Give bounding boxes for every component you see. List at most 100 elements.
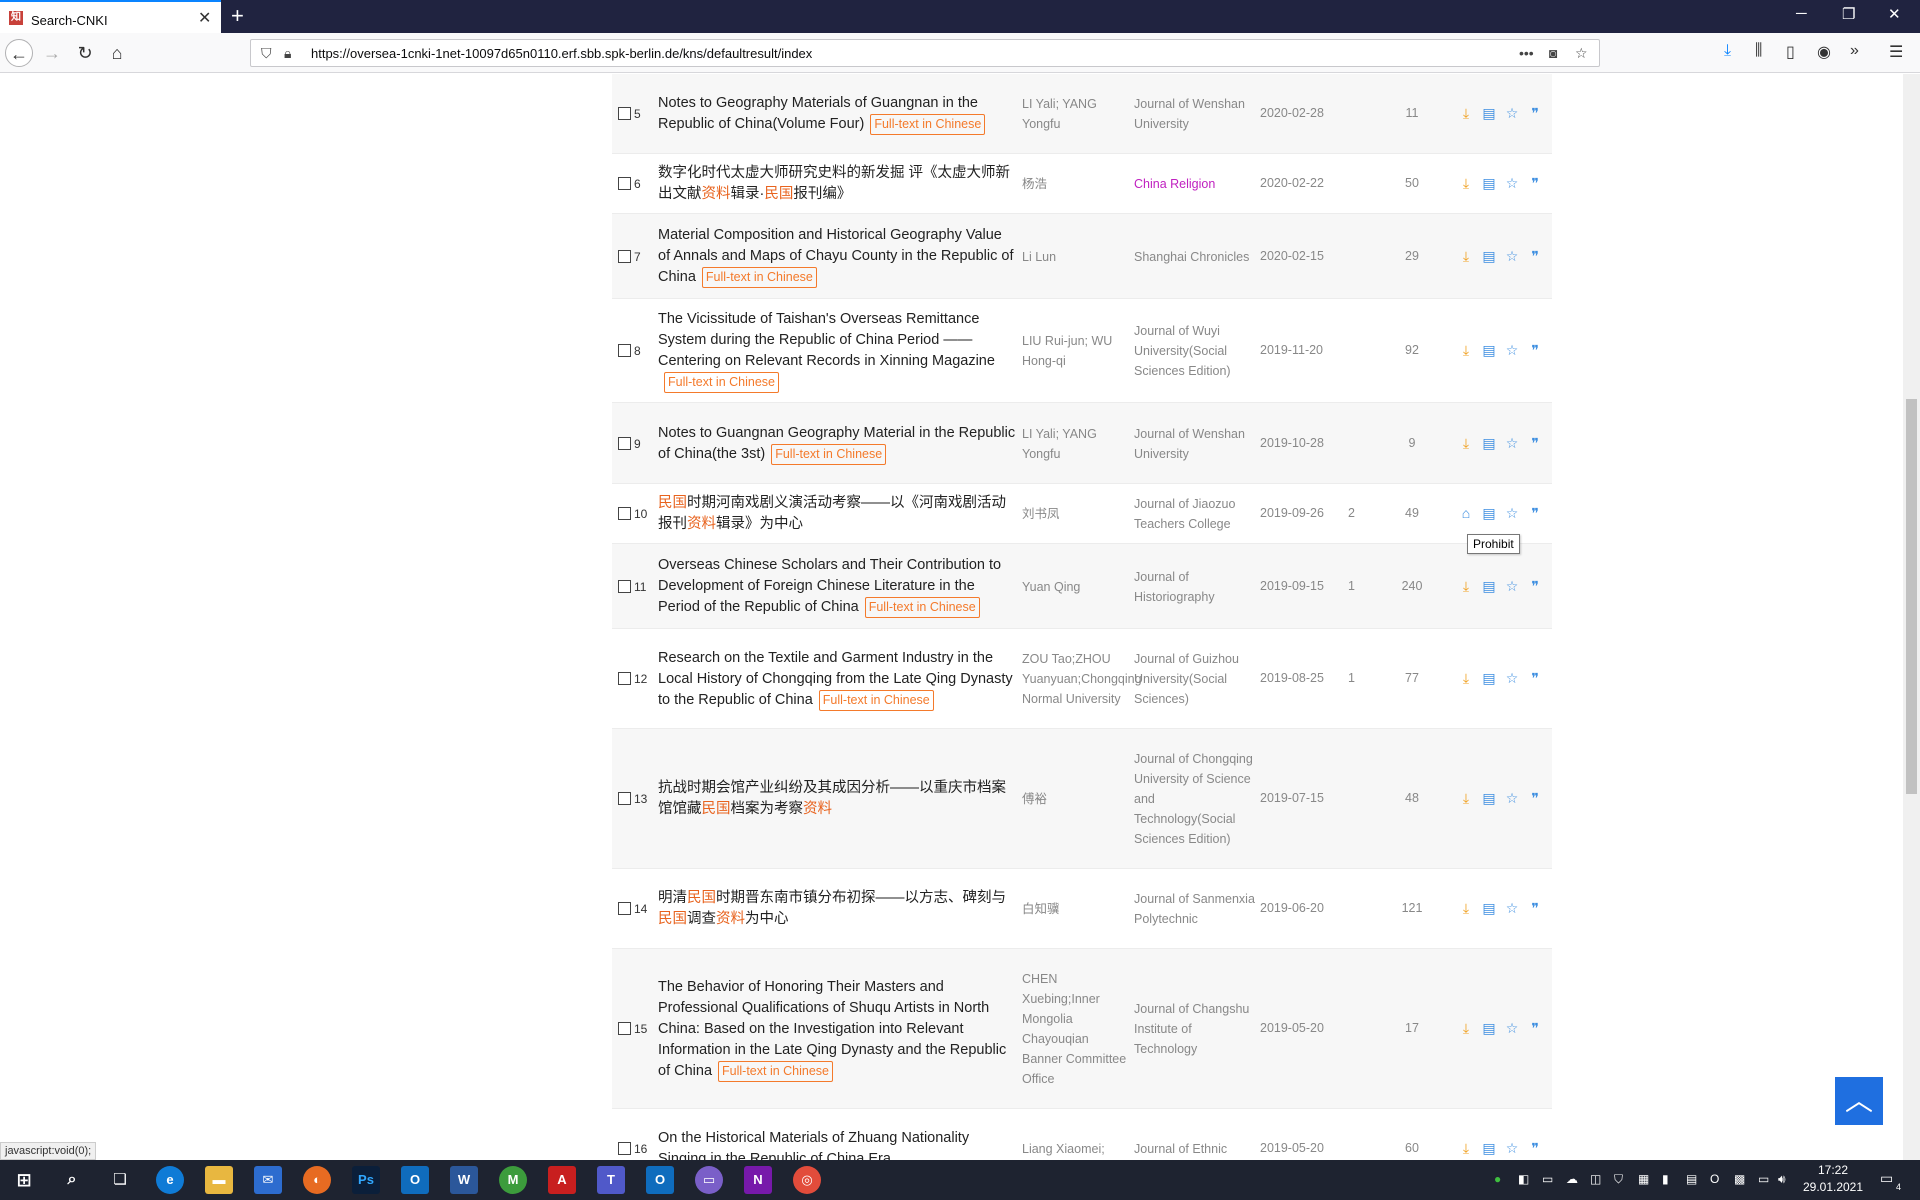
result-title-link[interactable]: The Vicissitude of Taishan's Overseas Re… [658,309,1016,393]
source-journal-link[interactable]: Shanghai Chronicles [1134,247,1256,267]
forward-button[interactable]: → [38,39,66,67]
outlook-tray-icon[interactable]: O [1710,1172,1719,1186]
html-read-icon[interactable]: ▤ [1481,900,1497,917]
favorite-star-icon[interactable]: ☆ [1504,1140,1520,1157]
chrome-icon[interactable]: ◎ [793,1166,821,1194]
source-journal-link[interactable]: China Religion [1134,174,1256,194]
html-read-icon[interactable]: ▤ [1481,248,1497,265]
source-journal-link[interactable]: Journal of Wuyi University(Social Scienc… [1134,321,1256,381]
restore-icon[interactable]: ❐ [1842,5,1855,23]
download-icon[interactable]: ⤓ [1458,578,1474,595]
source-journal-link[interactable]: Journal of Wenshan University [1134,424,1256,464]
cite-icon[interactable]: ❞ [1527,1020,1543,1037]
address-bar[interactable]: ⛉ 🔒︎ https://oversea-1cnki-1net-10097d65… [250,39,1600,67]
tray-icon-3[interactable]: ▭ [1542,1172,1553,1186]
html-read-icon[interactable]: ▤ [1481,505,1497,522]
cite-icon[interactable]: ❞ [1527,900,1543,917]
source-journal-link[interactable]: Journal of Wenshan University [1134,94,1256,134]
tray-icon-2[interactable]: ◧ [1518,1172,1529,1186]
author-list[interactable]: CHEN Xuebing;Inner Mongolia Chayouqian B… [1022,969,1130,1089]
full-text-badge[interactable]: Full-text in Chinese [771,443,887,465]
select-checkbox[interactable] [618,507,631,520]
cite-icon[interactable]: ❞ [1527,670,1543,687]
result-title-link[interactable]: 明清民国时期晋东南市镇分布初探——以方志、碑刻与民国调查资料为中心 [658,888,1016,930]
favorite-star-icon[interactable]: ☆ [1504,175,1520,192]
result-title-link[interactable]: Notes to Guangnan Geography Material in … [658,423,1016,465]
favorite-star-icon[interactable]: ☆ [1504,105,1520,122]
tray-icon-11[interactable]: ▩ [1734,1172,1745,1186]
reload-button[interactable]: ↻ [71,39,99,67]
source-journal-link[interactable]: Journal of Historiography [1134,567,1256,607]
tray-icon-7[interactable]: ▦ [1638,1172,1649,1186]
edge-icon[interactable]: e [156,1166,184,1194]
cite-icon[interactable]: ❞ [1527,248,1543,265]
download-icon[interactable]: ⤓ [1458,1140,1474,1157]
html-read-icon[interactable]: ▤ [1481,175,1497,192]
new-tab-button[interactable]: + [231,3,244,29]
html-read-icon[interactable]: ▤ [1481,105,1497,122]
select-checkbox[interactable] [618,1142,631,1155]
cite-icon[interactable]: ❞ [1527,342,1543,359]
cite-icon[interactable]: ❞ [1527,578,1543,595]
result-title-link[interactable]: Research on the Textile and Garment Indu… [658,648,1016,711]
download-icon[interactable]: ⤓ [1458,105,1474,122]
select-checkbox[interactable] [618,902,631,915]
firefox-icon[interactable]: ◐ [303,1166,331,1194]
cite-icon[interactable]: ❞ [1527,790,1543,807]
outlook-icon[interactable]: O [401,1166,429,1194]
author-list[interactable]: LIU Rui-jun; WU Hong-qi [1022,331,1130,371]
url-text[interactable]: https://oversea-1cnki-1net-10097d65n0110… [311,46,812,61]
windows-start-icon[interactable]: ⊞ [10,1166,38,1194]
favorite-star-icon[interactable]: ☆ [1504,342,1520,359]
result-title-link[interactable]: Material Composition and Historical Geog… [658,225,1016,288]
teams-icon[interactable]: T [597,1166,625,1194]
favorite-star-icon[interactable]: ☆ [1504,435,1520,452]
download-icon[interactable]: ⤓ [1458,175,1474,192]
outlook-2-icon[interactable]: O [646,1166,674,1194]
source-journal-link[interactable]: Journal of Jiaozuo Teachers College [1134,494,1256,534]
author-list[interactable]: Yuan Qing [1022,577,1130,597]
author-list[interactable]: LI Yali; YANG Yongfu [1022,94,1130,134]
author-list[interactable]: 刘书凤 [1022,504,1130,524]
page-scrollbar[interactable] [1903,74,1920,1160]
select-checkbox[interactable] [618,107,631,120]
download-icon[interactable]: ⤓ [1458,670,1474,687]
m-app-icon[interactable]: M [499,1166,527,1194]
result-title-link[interactable]: 数字化时代太虚大师研究史料的新发掘 评《太虚大师新出文献资料辑录·民国报刊编》 [658,163,1016,205]
author-list[interactable]: 傅裕 [1022,789,1130,809]
favorite-star-icon[interactable]: ☆ [1504,248,1520,265]
search-icon[interactable]: ⌕ [58,1166,86,1194]
bookmark-star-icon[interactable]: ☆ [1575,45,1588,62]
author-list[interactable]: ZOU Tao;ZHOU Yuanyuan;Chongqing Normal U… [1022,649,1142,709]
result-title-link[interactable]: The Behavior of Honoring Their Masters a… [658,977,1016,1082]
sidebar-icon[interactable]: ▯ [1786,42,1795,62]
full-text-badge[interactable]: Full-text in Chinese [664,372,779,393]
cited-count[interactable]: 2 [1348,506,1355,520]
result-title-link[interactable]: Overseas Chinese Scholars and Their Cont… [658,555,1016,618]
window-close-icon[interactable]: ✕ [1888,5,1901,23]
shield-icon[interactable]: ⛉ [261,45,272,62]
author-list[interactable]: 白知骥 [1022,899,1130,919]
author-list[interactable]: Li Lun [1022,247,1130,267]
source-journal-link[interactable]: Journal of Sanmenxia Polytechnic [1134,889,1256,929]
source-journal-link[interactable]: Journal of Ethnic [1134,1139,1256,1159]
task-view-icon[interactable]: ❏ [106,1166,134,1194]
author-list[interactable]: 杨浩 [1022,174,1130,194]
pocket-icon[interactable]: ◙ [1549,45,1557,61]
result-title-link[interactable]: Notes to Geography Materials of Guangnan… [658,93,1016,135]
minimize-icon[interactable]: ─ [1796,5,1807,22]
html-read-icon[interactable]: ▤ [1481,670,1497,687]
onenote-icon[interactable]: N [744,1166,772,1194]
select-checkbox[interactable] [618,792,631,805]
html-read-icon[interactable]: ▤ [1481,435,1497,452]
download-icon[interactable]: ⤓ [1458,790,1474,807]
full-text-badge[interactable]: Full-text in Chinese [870,114,986,135]
acrobat-icon[interactable]: A [548,1166,576,1194]
purple-app-icon[interactable]: ▭ [695,1166,723,1194]
html-read-icon[interactable]: ▤ [1481,342,1497,359]
select-checkbox[interactable] [618,249,631,263]
lock-icon[interactable]: 🔒︎ [284,45,291,62]
select-checkbox[interactable] [618,579,631,593]
result-title-link[interactable]: On the Historical Materials of Zhuang Na… [658,1128,1016,1160]
cite-icon[interactable]: ❞ [1527,435,1543,452]
